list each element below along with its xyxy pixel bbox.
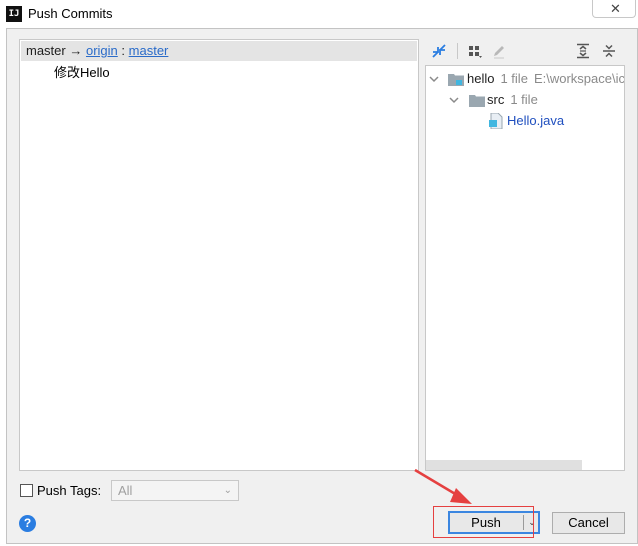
branch-row[interactable]: master → origin : master bbox=[21, 41, 417, 61]
annotation-arrow-icon bbox=[414, 468, 472, 504]
tags-select[interactable]: All ⌄ bbox=[111, 480, 239, 501]
annotation-highlight-box bbox=[433, 506, 534, 538]
help-button[interactable]: ? bbox=[19, 515, 36, 532]
tree-node-hello-count: 1 file bbox=[500, 71, 528, 86]
branch-arrow: → bbox=[69, 43, 83, 58]
close-button[interactable]: ✕ bbox=[592, 0, 636, 18]
branch-separator: : bbox=[121, 43, 126, 58]
remote-branch-link[interactable]: master bbox=[129, 43, 169, 58]
chevron-down-icon[interactable] bbox=[428, 69, 440, 89]
changes-panel: hello 1 file E:\workspace\ic src 1 file Hel… bbox=[425, 65, 625, 471]
changes-toolbar bbox=[427, 37, 627, 65]
intellij-logo-icon: IJ bbox=[6, 6, 22, 22]
chevron-down-icon[interactable] bbox=[448, 90, 460, 110]
push-tags-checkbox[interactable] bbox=[20, 484, 33, 497]
java-file-icon bbox=[489, 113, 503, 129]
chevron-down-icon: ⌄ bbox=[223, 485, 232, 496]
folder-icon bbox=[469, 95, 485, 107]
toolbar-separator bbox=[457, 43, 458, 59]
tree-node-hello-java-label: Hello.java bbox=[507, 113, 565, 128]
help-icon: ? bbox=[23, 516, 32, 530]
remote-link[interactable]: origin bbox=[86, 43, 118, 58]
dialog-body: master → origin : master 修改Hello hello 1… bbox=[6, 28, 638, 544]
tree-node-hello-path: E:\workspace\ic bbox=[533, 71, 625, 86]
edit-icon[interactable] bbox=[491, 43, 507, 59]
tree-node-hello-java[interactable]: Hello.java bbox=[426, 111, 624, 131]
module-folder-icon bbox=[448, 74, 464, 86]
collapse-all-icon[interactable] bbox=[601, 43, 617, 59]
push-tags-label: Push Tags: bbox=[37, 483, 102, 498]
close-icon: ✕ bbox=[610, 1, 621, 16]
cancel-button[interactable]: Cancel bbox=[552, 512, 625, 534]
expand-icon[interactable] bbox=[431, 43, 447, 59]
tree-node-hello-label: hello bbox=[467, 71, 495, 86]
tree-node-src-count: 1 file bbox=[510, 92, 538, 107]
window-title: Push Commits bbox=[28, 6, 113, 21]
local-branch: master bbox=[26, 43, 66, 58]
tree-node-src-label: src bbox=[487, 92, 505, 107]
title-bar: IJ Push Commits ✕ bbox=[0, 0, 638, 28]
tags-select-value: All bbox=[118, 483, 133, 498]
expand-all-icon[interactable] bbox=[575, 43, 591, 59]
tree-node-src[interactable]: src 1 file bbox=[426, 90, 624, 110]
commit-item[interactable]: 修改Hello bbox=[54, 64, 110, 82]
group-by-icon[interactable] bbox=[467, 43, 483, 59]
commits-panel: master → origin : master 修改Hello bbox=[19, 39, 419, 471]
